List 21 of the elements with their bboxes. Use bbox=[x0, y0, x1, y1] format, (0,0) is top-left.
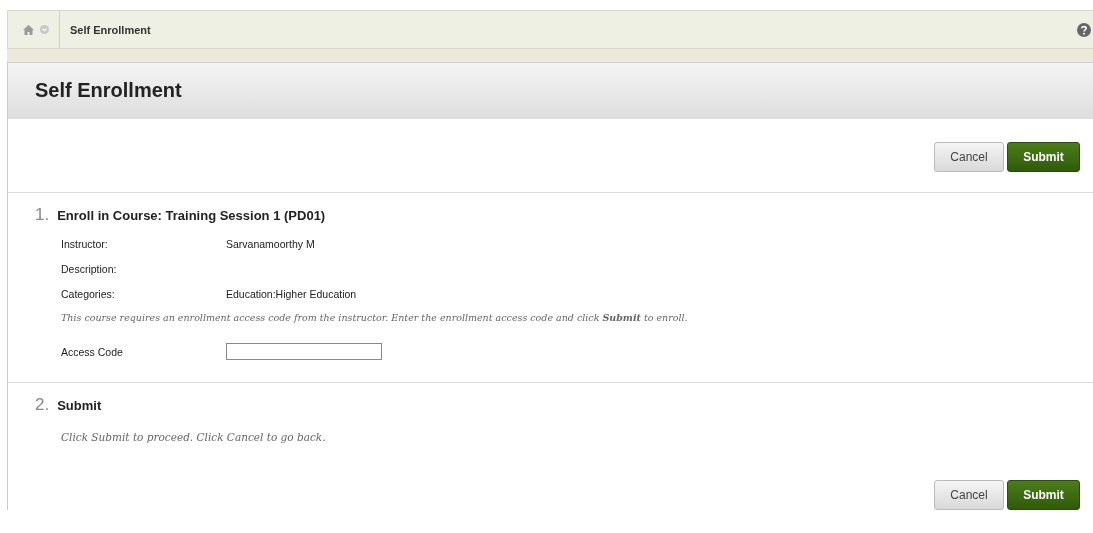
field-label: Categories: bbox=[61, 288, 116, 300]
step-number: 2. bbox=[35, 395, 50, 415]
field-label: Access Code bbox=[61, 345, 124, 358]
step-title: Enroll in Course: Training Session 1 (PD01) bbox=[57, 208, 326, 223]
cancel-button[interactable]: Cancel bbox=[934, 480, 1004, 510]
page-title: Self Enrollment bbox=[8, 63, 1093, 119]
instructions-text: This course requires an enrollment access code from the instructor. Enter the enrollment access code and click Submit to enroll. bbox=[61, 312, 689, 323]
field-label: Instructor: bbox=[61, 238, 109, 250]
home-icon[interactable] bbox=[23, 24, 34, 35]
help-icon[interactable] bbox=[1077, 22, 1091, 37]
field-value: Sarvanamoorthy M bbox=[226, 238, 315, 250]
submit-button[interactable]: Submit bbox=[1007, 480, 1080, 510]
access-code-field[interactable] bbox=[226, 343, 382, 360]
field-value: Education:Higher Education bbox=[226, 288, 357, 300]
submit-button[interactable]: Submit bbox=[1007, 142, 1080, 172]
step-number: 1. bbox=[35, 205, 50, 225]
instructions-text: Click Submit to proceed. Click Cancel to go back. bbox=[61, 431, 327, 443]
breadcrumb-item: Self Enrollment bbox=[69, 23, 151, 36]
step-title: Submit bbox=[57, 398, 102, 413]
cancel-button[interactable]: Cancel bbox=[934, 142, 1004, 172]
field-label: Description: bbox=[61, 263, 118, 275]
